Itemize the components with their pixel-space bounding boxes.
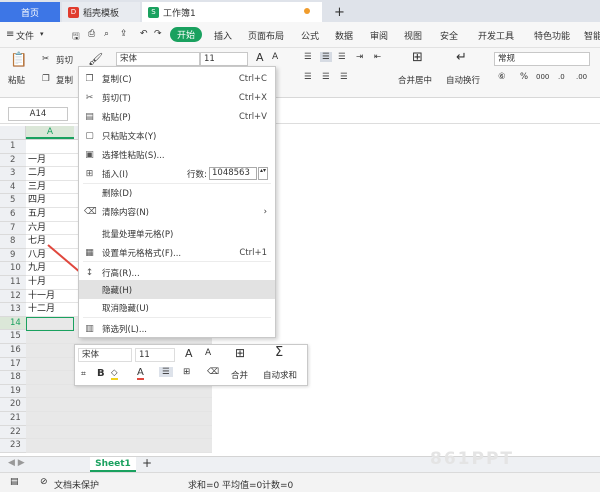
ctx-paste-special-item[interactable]: ▣ 选择性粘贴(S)... <box>79 145 275 164</box>
ctx-cut-shortcut: Ctrl+X <box>238 92 267 103</box>
submenu-arrow-icon: › <box>263 206 267 217</box>
mini-font-size-select[interactable]: 11 <box>135 348 175 362</box>
ctx-insert-label: 插入(I) <box>102 169 129 180</box>
add-sheet-button[interactable]: + <box>142 456 152 470</box>
ctx-cut-item[interactable]: ✂ 剪切(T) Ctrl+X <box>79 88 275 107</box>
mini-merge-button[interactable]: 合并 <box>231 369 248 381</box>
ctx-copy-item[interactable]: ❐ 复制(C) Ctrl+C <box>79 69 275 88</box>
ctx-filter-column-label: 筛选列(L)... <box>102 324 147 335</box>
ctx-batch-item[interactable]: 批量处理单元格(P) <box>79 224 275 243</box>
watermark-logo: 861PPT <box>430 449 515 469</box>
ctx-unhide-label: 取消隐藏(U) <box>102 303 149 314</box>
protect-icon: ⊘ <box>40 477 48 487</box>
ctx-row-height-label: 行高(R)... <box>102 268 140 279</box>
menu-separator <box>83 317 271 318</box>
ctx-copy-label: 复制(C) <box>102 74 132 85</box>
ctx-hide-item[interactable]: 隐藏(H) <box>79 280 275 299</box>
row-height-icon: ↕ <box>85 267 94 278</box>
ctx-paste-special-label: 选择性粘贴(S)... <box>102 150 165 161</box>
ctx-format-cells-label: 设置单元格格式(F)... <box>102 248 182 259</box>
sheet-nav-icon[interactable]: ◀ ▶ <box>8 458 25 468</box>
ctx-delete-item[interactable]: 删除(D) <box>79 183 275 202</box>
document-protect-status[interactable]: 文档未保护 <box>54 478 99 491</box>
mini-font-grow-icon[interactable]: A <box>185 347 193 360</box>
mini-autosum-icon[interactable]: Σ <box>275 345 283 360</box>
mini-bold-button[interactable]: B <box>97 368 105 379</box>
ctx-paste-text-label: 只粘贴文本(Y) <box>102 131 157 142</box>
status-average: 平均值=0 <box>222 481 263 491</box>
paste-text-icon: ▢ <box>85 130 94 141</box>
sheet-tab-sheet1[interactable]: Sheet1 <box>90 457 136 472</box>
format-cells-icon: ▦ <box>85 247 94 258</box>
ctx-batch-label: 批量处理单元格(P) <box>102 229 174 240</box>
mini-toolbar: 宋体 11 A A ⊞ Σ ⌗ B ◇ A ☰ ⊞ ⌫ 合并 自动求和 <box>74 344 308 386</box>
mini-clear-icon[interactable]: ⌫ <box>207 367 219 377</box>
row-count-input[interactable]: 1048563 <box>209 167 257 180</box>
ctx-hide-label: 隐藏(H) <box>102 285 133 296</box>
ctx-copy-shortcut: Ctrl+C <box>238 73 267 84</box>
ctx-cut-label: 剪切(T) <box>102 93 131 104</box>
mini-font-shrink-icon[interactable]: A <box>205 348 211 358</box>
ctx-format-cells-item[interactable]: ▦ 设置单元格格式(F)... Ctrl+1 <box>79 243 275 262</box>
ctx-format-cells-shortcut: Ctrl+1 <box>239 247 267 258</box>
ctx-insert-item[interactable]: ⊞ 插入(I) 行数: 1048563 ▴▾ <box>79 164 275 183</box>
status-bar: ▤ ⊘ 文档未保护 求和=0 平均值=0 计数=0 <box>0 472 600 492</box>
mini-font-name-select[interactable]: 宋体 <box>78 348 132 362</box>
sheet-tab-bar: ◀ ▶ Sheet1 + 861PPT <box>0 449 600 472</box>
row-count-spinner-icon[interactable]: ▴▾ <box>258 167 268 180</box>
context-menu: ❐ 复制(C) Ctrl+C ✂ 剪切(T) Ctrl+X ▤ 粘贴(P) Ctrl+V ▢ 只粘贴… <box>78 66 276 338</box>
ctx-paste-label: 粘贴(P) <box>102 112 131 123</box>
ctx-clear-label: 清除内容(N) <box>102 207 149 218</box>
mini-align-center-icon[interactable]: ☰ <box>159 367 173 377</box>
mini-font-color-button[interactable]: A <box>137 367 144 380</box>
mini-fill-color-icon[interactable]: ◇ <box>111 368 118 380</box>
ctx-paste-text-item[interactable]: ▢ 只粘贴文本(Y) <box>79 126 275 145</box>
row-count-label: 行数: <box>187 169 207 180</box>
mini-format-icon[interactable]: ⌗ <box>81 369 86 379</box>
insert-icon: ⊞ <box>85 168 94 179</box>
sheet-status-icon: ▤ <box>10 477 19 487</box>
ctx-clear-item[interactable]: ⌫ 清除内容(N) › <box>79 202 275 221</box>
mini-border-icon[interactable]: ⊞ <box>183 367 190 377</box>
copy-icon: ❐ <box>85 73 94 84</box>
status-sum: 求和=0 <box>188 481 220 491</box>
eraser-icon: ⌫ <box>84 206 97 217</box>
mini-merge-icon[interactable]: ⊞ <box>235 346 245 360</box>
menu-separator <box>83 261 271 262</box>
status-count: 计数=0 <box>262 481 294 491</box>
ctx-unhide-item[interactable]: 取消隐藏(U) <box>79 298 275 317</box>
scissors-icon: ✂ <box>85 92 94 103</box>
ctx-paste-shortcut: Ctrl+V <box>238 111 267 122</box>
paste-icon: ▤ <box>85 111 94 122</box>
filter-icon: ▥ <box>85 323 94 334</box>
paste-special-icon: ▣ <box>85 149 94 160</box>
ctx-filter-column-item[interactable]: ▥ 筛选列(L)... <box>79 319 275 338</box>
ctx-paste-item[interactable]: ▤ 粘贴(P) Ctrl+V <box>79 107 275 126</box>
ctx-delete-label: 删除(D) <box>102 188 133 199</box>
mini-autosum-button[interactable]: 自动求和 <box>263 369 297 381</box>
menu-separator <box>83 183 271 184</box>
